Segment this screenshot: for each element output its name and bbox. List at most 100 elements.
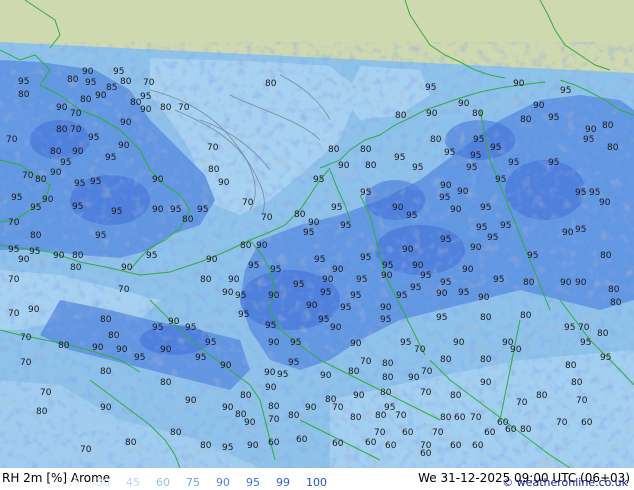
isoline-label: 90	[585, 125, 597, 135]
isoline-label: 90	[168, 317, 180, 327]
isoline-label: 80	[170, 428, 182, 438]
isoline-label: 85	[106, 83, 117, 93]
isoline-label: 90	[72, 147, 84, 157]
isoline-label: 95	[493, 275, 504, 285]
isoline-label: 95	[440, 235, 451, 245]
isoline-label: 80	[70, 263, 82, 273]
isoline-label: 80	[294, 210, 306, 220]
isoline-label: 95	[331, 203, 342, 213]
isoline-label: 90	[480, 378, 492, 388]
isoline-label: 90	[18, 255, 30, 265]
isoline-label: 90	[450, 205, 462, 215]
isoline-label: 80	[265, 79, 277, 89]
isoline-label: 60	[581, 418, 593, 428]
isoline-label: 80	[288, 411, 300, 421]
isoline-label: 80	[571, 378, 583, 388]
isoline-label: 95	[146, 251, 157, 261]
isoline-label: 90	[599, 198, 611, 208]
isoline-label: 95	[235, 291, 246, 301]
isoline-label: 70	[70, 125, 82, 135]
isoline-label: 70	[261, 213, 273, 223]
isoline-label: 95	[440, 278, 451, 288]
isoline-label: 95	[600, 353, 611, 363]
isoline-label: 95	[420, 271, 431, 281]
isoline-label: 80	[608, 285, 620, 295]
isoline-label: 90	[330, 323, 342, 333]
isoline-label: 95	[74, 179, 85, 189]
isoline-label: 70	[374, 428, 386, 438]
isoline-label: 70	[332, 403, 344, 413]
isoline-label: 95	[277, 370, 288, 380]
isoline-label: 95	[382, 261, 393, 271]
isoline-label: 90	[513, 79, 525, 89]
isoline-label: 70	[22, 171, 34, 181]
isoline-label: 70	[118, 285, 130, 295]
isoline-label: 95	[400, 338, 411, 348]
isoline-label: 95	[185, 323, 196, 333]
isoline-label: 95	[88, 133, 99, 143]
isoline-label: 95	[170, 205, 181, 215]
isoline-label: 80	[160, 378, 172, 388]
isoline-label: 95	[580, 338, 591, 348]
isoline-label: 90	[562, 228, 574, 238]
isoline-label: 80	[520, 115, 532, 125]
isoline-label: 90	[247, 441, 259, 451]
isoline-label: 90	[533, 101, 545, 111]
isoline-label: 95	[8, 245, 19, 255]
isoline-label: 95	[303, 228, 314, 238]
isoline-label: 80	[380, 388, 392, 398]
isoline-label: 80	[607, 143, 619, 153]
isoline-label: 70	[8, 309, 20, 319]
isoline-label: 95	[340, 221, 351, 231]
isoline-label: 60	[505, 425, 517, 435]
isoline-label: 60	[268, 438, 280, 448]
isoline-label: 90	[470, 243, 482, 253]
isoline-label: 70	[395, 411, 407, 421]
isoline-label: 80	[50, 147, 62, 157]
credit-link[interactable]: © weatheronline.co.uk	[502, 476, 628, 490]
isoline-label: 60	[484, 428, 496, 438]
isoline-label: 90	[56, 103, 68, 113]
isoline-label: 90	[478, 293, 490, 303]
isoline-label: 80	[360, 145, 372, 155]
isoline-label: 90	[440, 181, 452, 191]
isoline-label: 80	[382, 359, 394, 369]
isoline-label: 90	[185, 396, 197, 406]
isoline-label: 80	[56, 125, 68, 135]
isoline-label: 60	[454, 413, 466, 423]
isoline-label: 95	[222, 443, 233, 453]
isoline-label: 70	[242, 198, 254, 208]
isoline-label: 95	[350, 291, 361, 301]
isoline-label: 90	[28, 305, 40, 315]
isoline-label: 70	[414, 345, 426, 355]
isoline-label: 95	[410, 283, 421, 293]
isoline-label: 70	[20, 358, 32, 368]
isoline-label: 95	[318, 315, 329, 325]
isoline-label: 95	[480, 203, 491, 213]
isoline-label: 95	[270, 265, 281, 275]
isoline-label: 95	[406, 211, 417, 221]
isoline-label: 95	[560, 86, 571, 96]
isoline-label: 80	[200, 275, 212, 285]
legend-item-60: 60	[156, 476, 170, 489]
isoline-label: 90	[350, 339, 362, 349]
isoline-label: 95	[495, 175, 506, 185]
isoline-label: 60	[472, 441, 484, 451]
isoline-label: 80	[36, 407, 48, 417]
isoline-label: 80	[30, 231, 42, 241]
isoline-label: 80	[480, 355, 492, 365]
isoline-label: 95	[90, 177, 101, 187]
isoline-label: 80	[235, 410, 247, 420]
isoline-label: 90	[42, 195, 54, 205]
isoline-label: 95	[458, 288, 469, 298]
isoline-label: 70	[6, 135, 18, 145]
isoline-label: 80	[480, 313, 492, 323]
isoline-label: 70	[576, 396, 588, 406]
isoline-label: 70	[421, 367, 433, 377]
isoline-label: 80	[520, 425, 532, 435]
isoline-label: 90	[457, 187, 469, 197]
isoline-label: 90	[222, 288, 234, 298]
isoline-label: 70	[178, 103, 190, 113]
isoline-label: 95	[575, 225, 586, 235]
isoline-label: 95	[394, 153, 405, 163]
